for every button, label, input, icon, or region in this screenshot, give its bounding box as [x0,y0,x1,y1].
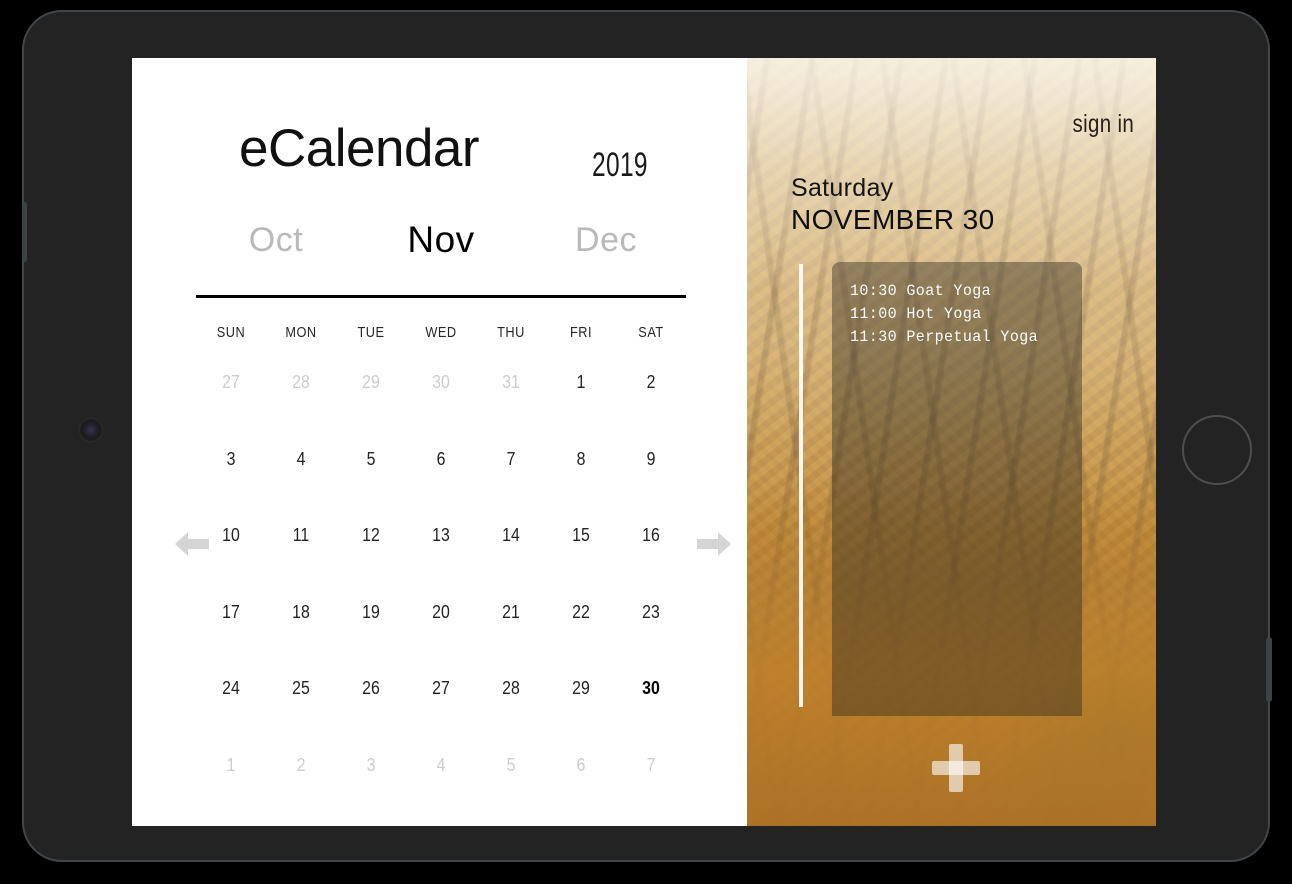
date-cell[interactable]: 15 [550,521,612,598]
weekday-header-thu: THU [497,324,525,341]
date-cell[interactable]: 4 [270,445,332,522]
timeline-bar [799,264,803,707]
date-cell[interactable]: 22 [550,598,612,675]
weekday-header-wed: WED [425,324,457,341]
date-cell[interactable]: 8 [550,445,612,522]
selected-day-date: NOVEMBER 30 [791,204,995,235]
date-cell[interactable]: 2 [270,751,332,827]
date-cell[interactable]: 21 [480,598,542,675]
arrow-right-icon[interactable] [694,524,734,564]
page-title: eCalendar [239,119,480,178]
date-cell[interactable]: 18 [270,598,332,675]
date-cell-selected[interactable]: 30 [620,674,682,751]
date-cell[interactable]: 25 [270,674,332,751]
date-cell[interactable]: 28 [480,674,542,751]
tab-month-next[interactable]: Dec [526,221,686,260]
date-cell[interactable]: 6 [410,445,472,522]
tab-month-previous[interactable]: Oct [196,221,356,260]
month-tabs: Oct Nov Dec [196,212,686,268]
date-cell[interactable]: 11 [270,521,332,598]
event-card[interactable]: 10:30 Goat Yoga 11:00 Hot Yoga 11:30 Perpe… [832,262,1082,716]
date-cell[interactable]: 5 [340,445,402,522]
date-cell[interactable]: 14 [480,521,542,598]
date-cell[interactable]: 20 [410,598,472,675]
date-cell[interactable]: 19 [340,598,402,675]
camera-lens-icon [80,419,102,441]
device-side-button-right[interactable] [1266,637,1272,702]
date-cell[interactable]: 23 [620,598,682,675]
plus-icon-vertical-bar [949,744,963,792]
event-list: 10:30 Goat Yoga 11:00 Hot Yoga 11:30 Perpe… [850,280,1076,349]
device-side-button-left[interactable] [22,202,27,262]
date-grid: 27 28 29 30 31 1 2 3 4 5 6 7 8 9 10 11 12 13 14 15 16 17 18 19 2… [196,368,686,826]
date-cell[interactable]: 9 [620,445,682,522]
sign-in-link[interactable]: sign in [1072,110,1134,139]
date-cell[interactable]: 3 [340,751,402,827]
date-cell[interactable]: 6 [550,751,612,827]
date-cell[interactable]: 1 [200,751,262,827]
year-label: 2019 [592,146,648,184]
date-cell[interactable]: 12 [340,521,402,598]
date-cell[interactable]: 28 [270,368,332,445]
date-cell[interactable]: 29 [340,368,402,445]
month-divider [196,295,686,298]
date-cell[interactable]: 27 [410,674,472,751]
date-cell[interactable]: 29 [550,674,612,751]
date-cell[interactable]: 5 [480,751,542,827]
weekday-header-fri: FRI [569,324,593,341]
event-item[interactable]: 11:00 Hot Yoga [850,303,1062,326]
date-cell[interactable]: 31 [480,368,542,445]
date-cell[interactable]: 27 [200,368,262,445]
date-cell[interactable]: 3 [200,445,262,522]
date-cell[interactable]: 2 [620,368,682,445]
day-detail-pane: sign in Saturday NOVEMBER 30 10:30 Goat … [747,58,1156,826]
date-cell[interactable]: 24 [200,674,262,751]
event-item[interactable]: 11:30 Perpetual Yoga [850,326,1062,349]
weekday-header-sun: SUN [216,324,246,341]
weekday-header-sat: SAT [638,324,664,341]
calendar-pane: eCalendar 2019 Oct Nov Dec SUN MON TUE WED T… [132,58,747,826]
date-cell[interactable]: 7 [480,445,542,522]
weekday-header-mon: MON [285,324,317,341]
tablet-screen: eCalendar 2019 Oct Nov Dec SUN MON TUE WED T… [132,58,1156,826]
weekday-header-tue: TUE [357,324,385,341]
date-cell[interactable]: 30 [410,368,472,445]
date-cell[interactable]: 16 [620,521,682,598]
date-cell[interactable]: 4 [410,751,472,827]
selected-day-name: Saturday [791,174,894,202]
date-cell[interactable]: 7 [620,751,682,827]
date-cell[interactable]: 26 [340,674,402,751]
tab-month-current[interactable]: Nov [356,219,526,261]
tablet-device-frame: eCalendar 2019 Oct Nov Dec SUN MON TUE WED T… [22,10,1272,862]
arrow-left-icon[interactable] [172,524,212,564]
plus-icon[interactable] [932,744,980,792]
date-cell[interactable]: 1 [550,368,612,445]
date-cell[interactable]: 13 [410,521,472,598]
event-item[interactable]: 10:30 Goat Yoga [850,280,1062,303]
date-cell[interactable]: 17 [200,598,262,675]
home-button-icon[interactable] [1182,415,1252,485]
weekday-header-row: SUN MON TUE WED THU FRI SAT [196,324,686,341]
